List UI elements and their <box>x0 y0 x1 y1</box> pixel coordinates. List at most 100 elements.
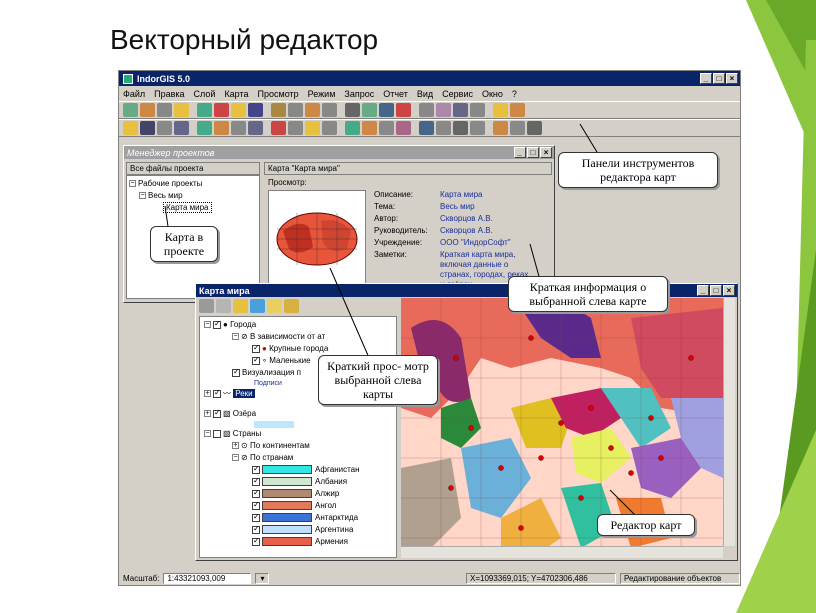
country-legend-item[interactable]: Алжир <box>204 487 392 500</box>
editor-tool-16-icon[interactable] <box>396 121 411 135</box>
pm-minimize-button[interactable]: _ <box>514 147 526 158</box>
editor-tool-13-icon[interactable] <box>345 121 360 135</box>
country-legend-item[interactable]: Ангол <box>204 499 392 512</box>
editor-tool-22-icon[interactable] <box>510 121 525 135</box>
main-tool-3-icon[interactable] <box>157 103 172 117</box>
add-layer-icon[interactable] <box>250 299 265 313</box>
menu-query[interactable]: Запрос <box>344 89 374 99</box>
country-checkbox[interactable] <box>252 463 260 475</box>
layer-by-continents[interactable]: + ⊙ По континентам <box>204 440 392 452</box>
minimize-button[interactable]: _ <box>700 73 712 84</box>
editor-tool-8-icon[interactable] <box>248 121 263 135</box>
menu-window[interactable]: Окно <box>482 89 503 99</box>
editor-tool-21-icon[interactable] <box>493 121 508 135</box>
main-tool-16-icon[interactable] <box>396 103 411 117</box>
open-folder-icon[interactable] <box>233 299 248 313</box>
main-tool-9-icon[interactable] <box>271 103 286 117</box>
scale-field[interactable]: 1:43321093,009 <box>163 572 252 584</box>
country-checkbox[interactable] <box>252 523 260 535</box>
main-tool-12-icon[interactable] <box>322 103 337 117</box>
main-tool-18-icon[interactable] <box>436 103 451 117</box>
country-checkbox[interactable] <box>252 487 260 499</box>
properties-icon[interactable] <box>267 299 282 313</box>
tree-item-world-map[interactable]: Карта мира <box>129 202 257 214</box>
main-tool-21-icon[interactable] <box>493 103 508 117</box>
editor-tool-3-icon[interactable] <box>157 121 172 135</box>
editor-tool-9-icon[interactable] <box>271 121 286 135</box>
country-checkbox[interactable] <box>252 499 260 511</box>
tree-item-projects[interactable]: − Рабочие проекты <box>129 178 257 190</box>
country-legend-item[interactable]: Албания <box>204 475 392 488</box>
main-tool-1-icon[interactable] <box>123 103 138 117</box>
editor-tool-4-icon[interactable] <box>174 121 189 135</box>
main-tool-6-icon[interactable] <box>214 103 229 117</box>
editor-tool-18-icon[interactable] <box>436 121 451 135</box>
country-legend-item[interactable]: Армения <box>204 535 392 548</box>
editor-tool-17-icon[interactable] <box>419 121 434 135</box>
country-checkbox[interactable] <box>252 475 260 487</box>
editor-tool-2-icon[interactable] <box>140 121 155 135</box>
menu-view[interactable]: Просмотр <box>258 89 299 99</box>
country-checkbox[interactable] <box>252 511 260 523</box>
editor-tool-1-icon[interactable] <box>123 121 138 135</box>
main-tool-13-icon[interactable] <box>345 103 360 117</box>
editor-tool-15-icon[interactable] <box>379 121 394 135</box>
editor-tool-20-icon[interactable] <box>470 121 485 135</box>
pm-maximize-button[interactable]: □ <box>527 147 539 158</box>
editor-tool-11-icon[interactable] <box>305 121 320 135</box>
map-minimize-button[interactable]: _ <box>697 285 709 296</box>
main-tool-5-icon[interactable] <box>197 103 212 117</box>
paperclip-icon[interactable] <box>216 299 231 313</box>
main-tool-17-icon[interactable] <box>419 103 434 117</box>
main-tool-8-icon[interactable] <box>248 103 263 117</box>
close-button[interactable]: × <box>726 73 738 84</box>
map-horizontal-scrollbar[interactable] <box>401 546 723 558</box>
layer-by-countries[interactable]: − ⊘ По странам <box>204 452 392 464</box>
editor-tool-6-icon[interactable] <box>214 121 229 135</box>
editor-tool-23-icon[interactable] <box>527 121 542 135</box>
menu-report[interactable]: Отчет <box>383 89 408 99</box>
layer-dependency[interactable]: − ⊘ В зависимости от ат <box>204 331 392 343</box>
menu-edit[interactable]: Правка <box>154 89 184 99</box>
main-tool-2-icon[interactable] <box>140 103 155 117</box>
country-legend-item[interactable]: Антарктида <box>204 511 392 524</box>
menu-look[interactable]: Вид <box>417 89 433 99</box>
main-tool-10-icon[interactable] <box>288 103 303 117</box>
editor-tool-10-icon[interactable] <box>288 121 303 135</box>
menu-map[interactable]: Карта <box>224 89 248 99</box>
editor-tool-14-icon[interactable] <box>362 121 377 135</box>
menu-help[interactable]: ? <box>512 89 517 99</box>
pm-close-button[interactable]: × <box>540 147 552 158</box>
main-tool-4-icon[interactable] <box>174 103 189 117</box>
maximize-button[interactable]: □ <box>713 73 725 84</box>
menu-mode[interactable]: Режим <box>308 89 336 99</box>
main-tool-22-icon[interactable] <box>510 103 525 117</box>
country-legend-item[interactable]: Аргентина <box>204 523 392 536</box>
map-maximize-button[interactable]: □ <box>710 285 722 296</box>
edit-layer-icon[interactable] <box>284 299 299 313</box>
layer-lakes[interactable]: +▧ Озёра <box>204 407 392 420</box>
main-tool-14-icon[interactable] <box>362 103 377 117</box>
editor-tool-19-icon[interactable] <box>453 121 468 135</box>
map-close-button[interactable]: × <box>723 285 735 296</box>
map-vertical-scrollbar[interactable] <box>723 298 735 546</box>
menu-service[interactable]: Сервис <box>442 89 473 99</box>
menu-file[interactable]: Файл <box>123 89 145 99</box>
layer-countries[interactable]: − ▧ Страны <box>204 428 392 440</box>
country-checkbox[interactable] <box>252 535 260 547</box>
main-tool-7-icon[interactable] <box>231 103 246 117</box>
tree-item-world[interactable]: − Весь мир <box>129 190 257 202</box>
scale-dropdown-icon[interactable]: ▾ <box>255 572 270 584</box>
editor-tool-5-icon[interactable] <box>197 121 212 135</box>
layers-icon[interactable] <box>199 299 214 313</box>
country-legend-item[interactable]: Афганистан <box>204 463 392 476</box>
editor-tool-12-icon[interactable] <box>322 121 337 135</box>
editor-tool-7-icon[interactable] <box>231 121 246 135</box>
main-tool-19-icon[interactable] <box>453 103 468 117</box>
main-tool-11-icon[interactable] <box>305 103 320 117</box>
main-tool-20-icon[interactable] <box>470 103 485 117</box>
main-tool-15-icon[interactable] <box>379 103 394 117</box>
layer-big-cities[interactable]: ● Крупные города <box>204 342 392 355</box>
menu-layer[interactable]: Слой <box>194 89 216 99</box>
layer-cities[interactable]: −● Города <box>204 318 392 331</box>
